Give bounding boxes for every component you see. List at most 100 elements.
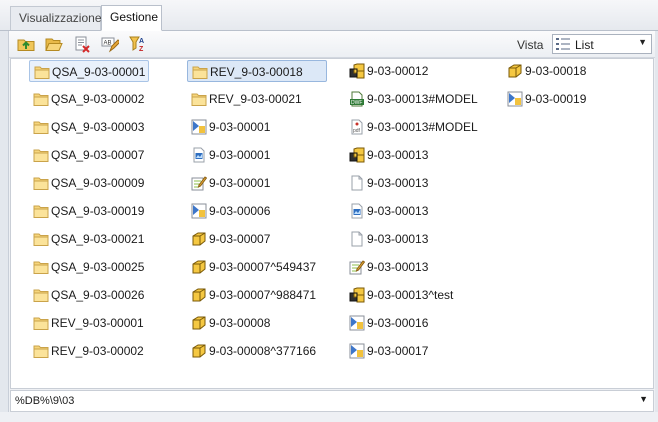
drawing-icon: [191, 203, 207, 219]
view-label: Vista: [517, 38, 544, 52]
path-combobox[interactable]: %DB%\9\03 ▼: [10, 390, 654, 412]
rename-icon[interactable]: AB: [101, 35, 121, 53]
file-item[interactable]: REV_9-03-00002: [29, 340, 149, 362]
file-item-label: QSA_9-03-00001: [52, 65, 146, 79]
file-item[interactable]: 9-03-00019: [503, 88, 613, 110]
file-item[interactable]: 9-03-00008: [187, 312, 327, 334]
file-item-label: REV_9-03-00018: [210, 65, 303, 79]
file-item-label: REV_9-03-00001: [51, 316, 144, 330]
file-item[interactable]: 9-03-00017: [345, 340, 495, 362]
file-item-label: QSA_9-03-00007: [51, 148, 145, 162]
file-item[interactable]: QSA_9-03-00021: [29, 228, 149, 250]
file-item[interactable]: 9-03-00013^test: [345, 284, 495, 306]
file-item[interactable]: DWF 9-03-00013#MODEL: [345, 88, 495, 110]
file-item[interactable]: 9-03-00008^377166: [187, 340, 327, 362]
file-item[interactable]: 9-03-00013: [345, 172, 495, 194]
file-item[interactable]: QSA_9-03-00019: [29, 200, 149, 222]
delete-icon[interactable]: [73, 35, 91, 53]
file-item[interactable]: REV_9-03-00018: [187, 60, 327, 82]
file-item[interactable]: 9-03-00016: [345, 312, 495, 334]
assembly-icon: [349, 147, 365, 163]
svg-text:AB: AB: [104, 41, 112, 47]
file-item[interactable]: 9-03-00013: [345, 256, 495, 278]
file-item[interactable]: REV_9-03-00021: [187, 88, 327, 110]
file-item[interactable]: 9-03-00006: [187, 200, 327, 222]
assembly-icon: [349, 63, 365, 79]
folder-icon: [33, 119, 49, 135]
view-select-value: List: [575, 38, 594, 52]
file-item-label: 9-03-00013^test: [367, 288, 454, 302]
folder-up-icon[interactable]: [17, 35, 35, 53]
file-item-label: QSA_9-03-00026: [51, 288, 145, 302]
file-item-label: 9-03-00017: [367, 344, 429, 358]
sort-filter-icon[interactable]: AZ: [129, 35, 147, 53]
file-item-label: 9-03-00007^549437: [209, 260, 317, 274]
part-icon: [507, 63, 523, 79]
blank-icon: [349, 231, 365, 247]
file-item-label: 9-03-00013#MODEL: [367, 120, 478, 134]
svg-text:DWF: DWF: [351, 100, 362, 106]
tab-gestione[interactable]: Gestione: [101, 5, 162, 31]
file-item-label: 9-03-00001: [209, 176, 271, 190]
file-item-label: 9-03-00013: [367, 176, 429, 190]
file-item[interactable]: QSA_9-03-00007: [29, 144, 149, 166]
bottom-border: [0, 412, 658, 422]
file-item[interactable]: QSA_9-03-00002: [29, 88, 149, 110]
file-item[interactable]: 9-03-00007^988471: [187, 284, 327, 306]
folder-icon: [33, 203, 49, 219]
svg-text:A: A: [139, 38, 144, 45]
file-item-label: QSA_9-03-00002: [51, 92, 145, 106]
tab-bar: Visualizzazione Gestione: [0, 0, 658, 31]
drawing-icon: [349, 315, 365, 331]
file-item-label: 9-03-00007: [209, 232, 271, 246]
svg-text:pdf: pdf: [353, 128, 361, 134]
drawing-icon: [191, 119, 207, 135]
part-icon: [191, 259, 207, 275]
file-item[interactable]: 9-03-00007^549437: [187, 256, 327, 278]
folder-icon: [34, 64, 50, 80]
file-item[interactable]: 9-03-00013: [345, 228, 495, 250]
file-item[interactable]: QSA_9-03-00003: [29, 116, 149, 138]
folder-icon: [33, 231, 49, 247]
part-icon: [191, 287, 207, 303]
file-item[interactable]: QSA_9-03-00009: [29, 172, 149, 194]
file-item-label: 9-03-00001: [209, 120, 271, 134]
file-item-label: 9-03-00013#MODEL: [367, 92, 478, 106]
file-item[interactable]: REV_9-03-00001: [29, 312, 149, 334]
file-item[interactable]: 9-03-00007: [187, 228, 327, 250]
note-icon: [349, 259, 366, 275]
file-item-label: QSA_9-03-00025: [51, 260, 145, 274]
file-item[interactable]: 9-03-00013: [345, 144, 495, 166]
file-item-label: 9-03-00013: [367, 232, 429, 246]
file-item-label: 9-03-00001: [209, 148, 271, 162]
file-item-label: QSA_9-03-00009: [51, 176, 145, 190]
file-item[interactable]: QSA_9-03-00026: [29, 284, 149, 306]
part-icon: [191, 343, 207, 359]
tab-visualizzazione[interactable]: Visualizzazione: [10, 6, 102, 30]
file-item[interactable]: pdf 9-03-00013#MODEL: [345, 116, 495, 138]
folder-icon: [33, 91, 49, 107]
chevron-down-icon: ▼: [639, 394, 648, 404]
file-list[interactable]: QSA_9-03-00001 QSA_9-03-00002 QSA_9-03-000…: [10, 58, 654, 389]
file-item-label: QSA_9-03-00019: [51, 204, 145, 218]
left-border: [0, 31, 9, 422]
open-folder-icon[interactable]: [45, 35, 63, 53]
file-item[interactable]: QSA_9-03-00001: [29, 60, 149, 82]
file-item[interactable]: QSA_9-03-00025: [29, 256, 149, 278]
file-item[interactable]: 9-03-00001: [187, 172, 327, 194]
file-item[interactable]: 9-03-00001: [187, 144, 327, 166]
file-item-label: 9-03-00013: [367, 148, 429, 162]
svg-text:Z: Z: [139, 46, 144, 53]
file-item[interactable]: 9-03-00012: [345, 60, 495, 82]
file-item-label: 9-03-00013: [367, 204, 429, 218]
file-item-label: 9-03-00016: [367, 316, 429, 330]
drawing-icon: [349, 343, 365, 359]
file-item[interactable]: 9-03-00001: [187, 116, 327, 138]
chevron-down-icon: ▼: [638, 37, 647, 47]
view-select[interactable]: List ▼: [552, 34, 652, 54]
file-item-label: 9-03-00018: [525, 64, 587, 78]
file-item[interactable]: 9-03-00018: [503, 60, 613, 82]
file-item-label: QSA_9-03-00021: [51, 232, 145, 246]
path-value: %DB%\9\03: [15, 395, 75, 407]
file-item[interactable]: 9-03-00013: [345, 200, 495, 222]
